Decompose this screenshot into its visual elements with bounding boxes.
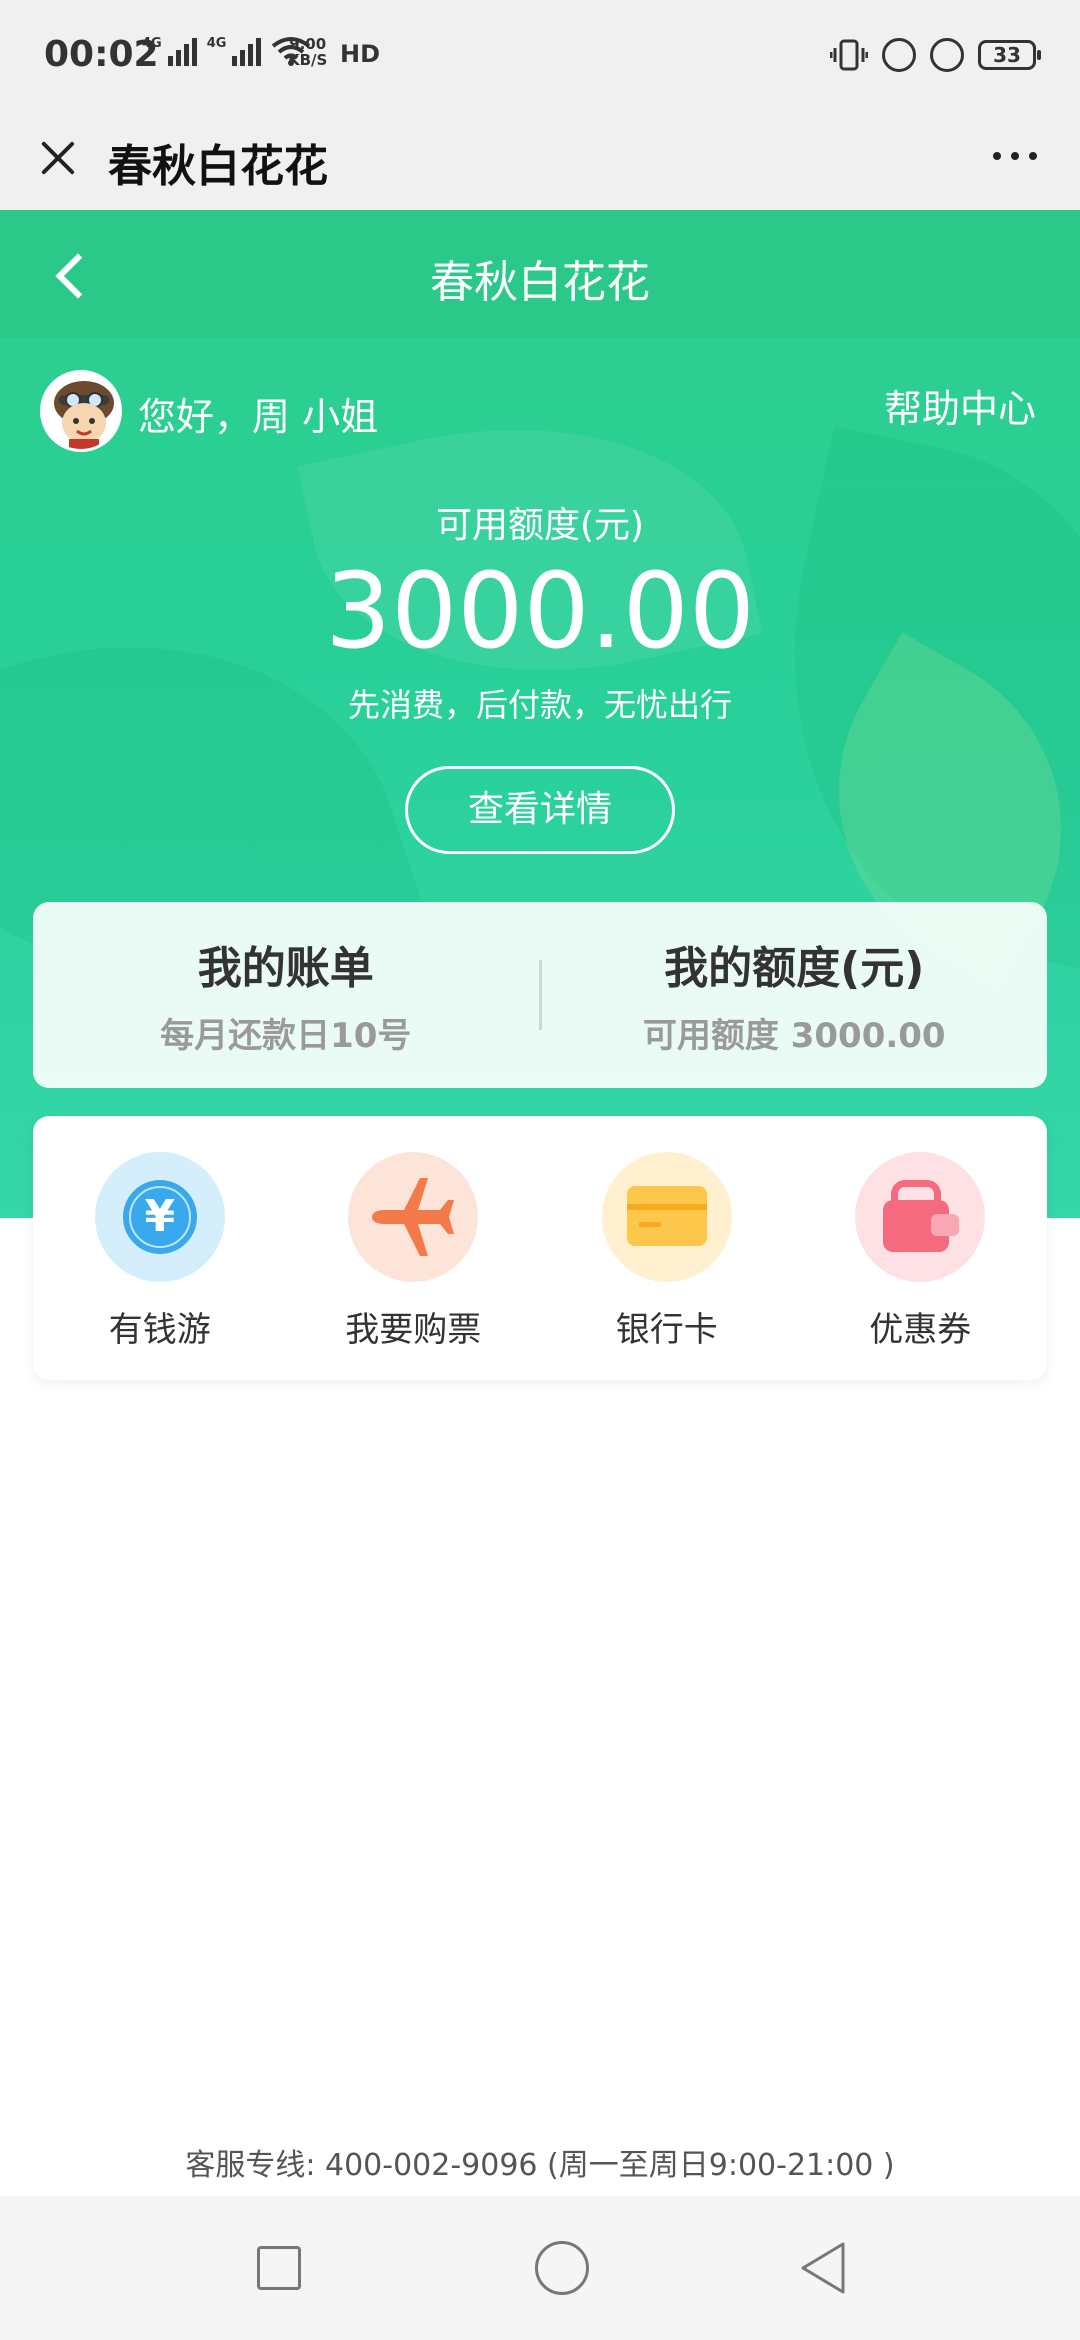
signal-icon: [167, 36, 197, 66]
shortcut-money-travel[interactable]: ¥ 有钱游: [55, 1116, 265, 1380]
yuan-coin-icon: ¥: [122, 1180, 197, 1254]
shortcut-label: 优惠券: [869, 1310, 972, 1350]
speed-value: 9.00: [289, 35, 327, 53]
my-quota-section[interactable]: 我的额度(元) 可用额度 3000.00: [542, 902, 1048, 1088]
shortcut-buy-ticket[interactable]: 我要购票: [308, 1116, 518, 1380]
wechat-title: 春秋白花花: [108, 141, 328, 192]
status-right-icons: 33: [830, 38, 1041, 72]
network-speed: 9.00 KB/S: [288, 36, 327, 68]
lock-rotation-icon: [882, 38, 916, 72]
alarm-icon: [930, 38, 964, 72]
shortcut-icon-bg: [601, 1152, 732, 1282]
speed-unit: KB/S: [288, 51, 328, 69]
wechat-title-bar: 春秋白花花: [0, 110, 1080, 210]
my-bill-section[interactable]: 我的账单 每月还款日10号: [33, 902, 539, 1088]
shortcut-icon-bg: ¥: [94, 1152, 225, 1282]
bill-title: 我的账单: [197, 943, 374, 994]
credit-label: 可用额度(元): [435, 505, 645, 546]
quota-subtitle: 可用额度 3000.00: [642, 1016, 946, 1056]
greeting-text: 您好，周 小姐: [138, 395, 379, 439]
signal-icon-2: [232, 36, 262, 66]
network-type-2: 4G: [206, 36, 227, 51]
summary-card: 我的账单 每月还款日10号 我的额度(元) 可用额度 3000.00: [33, 902, 1047, 1088]
shortcut-coupon[interactable]: 优惠券: [815, 1116, 1025, 1380]
credit-value: 3000.00: [324, 550, 756, 672]
bank-card-icon: [626, 1186, 707, 1246]
airplane-icon: [372, 1178, 455, 1256]
page-nav-bar: 春秋白花花: [0, 210, 1080, 338]
recent-apps-icon[interactable]: [257, 2246, 301, 2290]
quota-title: 我的额度(元): [664, 943, 925, 994]
bill-subtitle: 每月还款日10号: [160, 1016, 412, 1056]
wallet-icon: [883, 1180, 960, 1252]
shortcut-label: 有钱游: [108, 1310, 211, 1350]
shortcut-icon-bg: [855, 1152, 986, 1282]
page-title: 春秋白花花: [430, 257, 650, 308]
help-center-link[interactable]: 帮助中心: [884, 378, 1036, 433]
vibrate-icon: [830, 39, 868, 71]
slogan: 先消费，后付款，无忧出行: [347, 686, 732, 724]
customer-service-hotline: 客服专线: 400-002-9096 (周一至周日9:00-21:00 ): [185, 2148, 895, 2183]
shortcut-label: 我要购票: [345, 1310, 482, 1350]
battery-icon: 33: [978, 40, 1041, 70]
shortcut-icon-bg: [348, 1152, 479, 1282]
shortcut-card: ¥ 有钱游 我要购票 银行卡 优惠券: [33, 1116, 1047, 1380]
close-icon[interactable]: [30, 130, 86, 186]
shortcut-label: 银行卡: [615, 1310, 718, 1350]
hd-icon: HD: [340, 40, 381, 68]
view-details-button[interactable]: 查看详情: [405, 766, 675, 854]
shortcut-bank-card[interactable]: 银行卡: [562, 1116, 772, 1380]
network-type-1: 4G: [142, 36, 162, 51]
status-bar: 00:02 4G 4G 9.00 KB/S HD 33: [0, 0, 1080, 110]
system-nav-bar: [0, 2196, 1080, 2340]
signal-indicators: 4G 4G: [142, 36, 311, 66]
home-icon[interactable]: [535, 2241, 589, 2295]
more-menu-icon[interactable]: [980, 136, 1050, 176]
avatar: [40, 370, 122, 452]
